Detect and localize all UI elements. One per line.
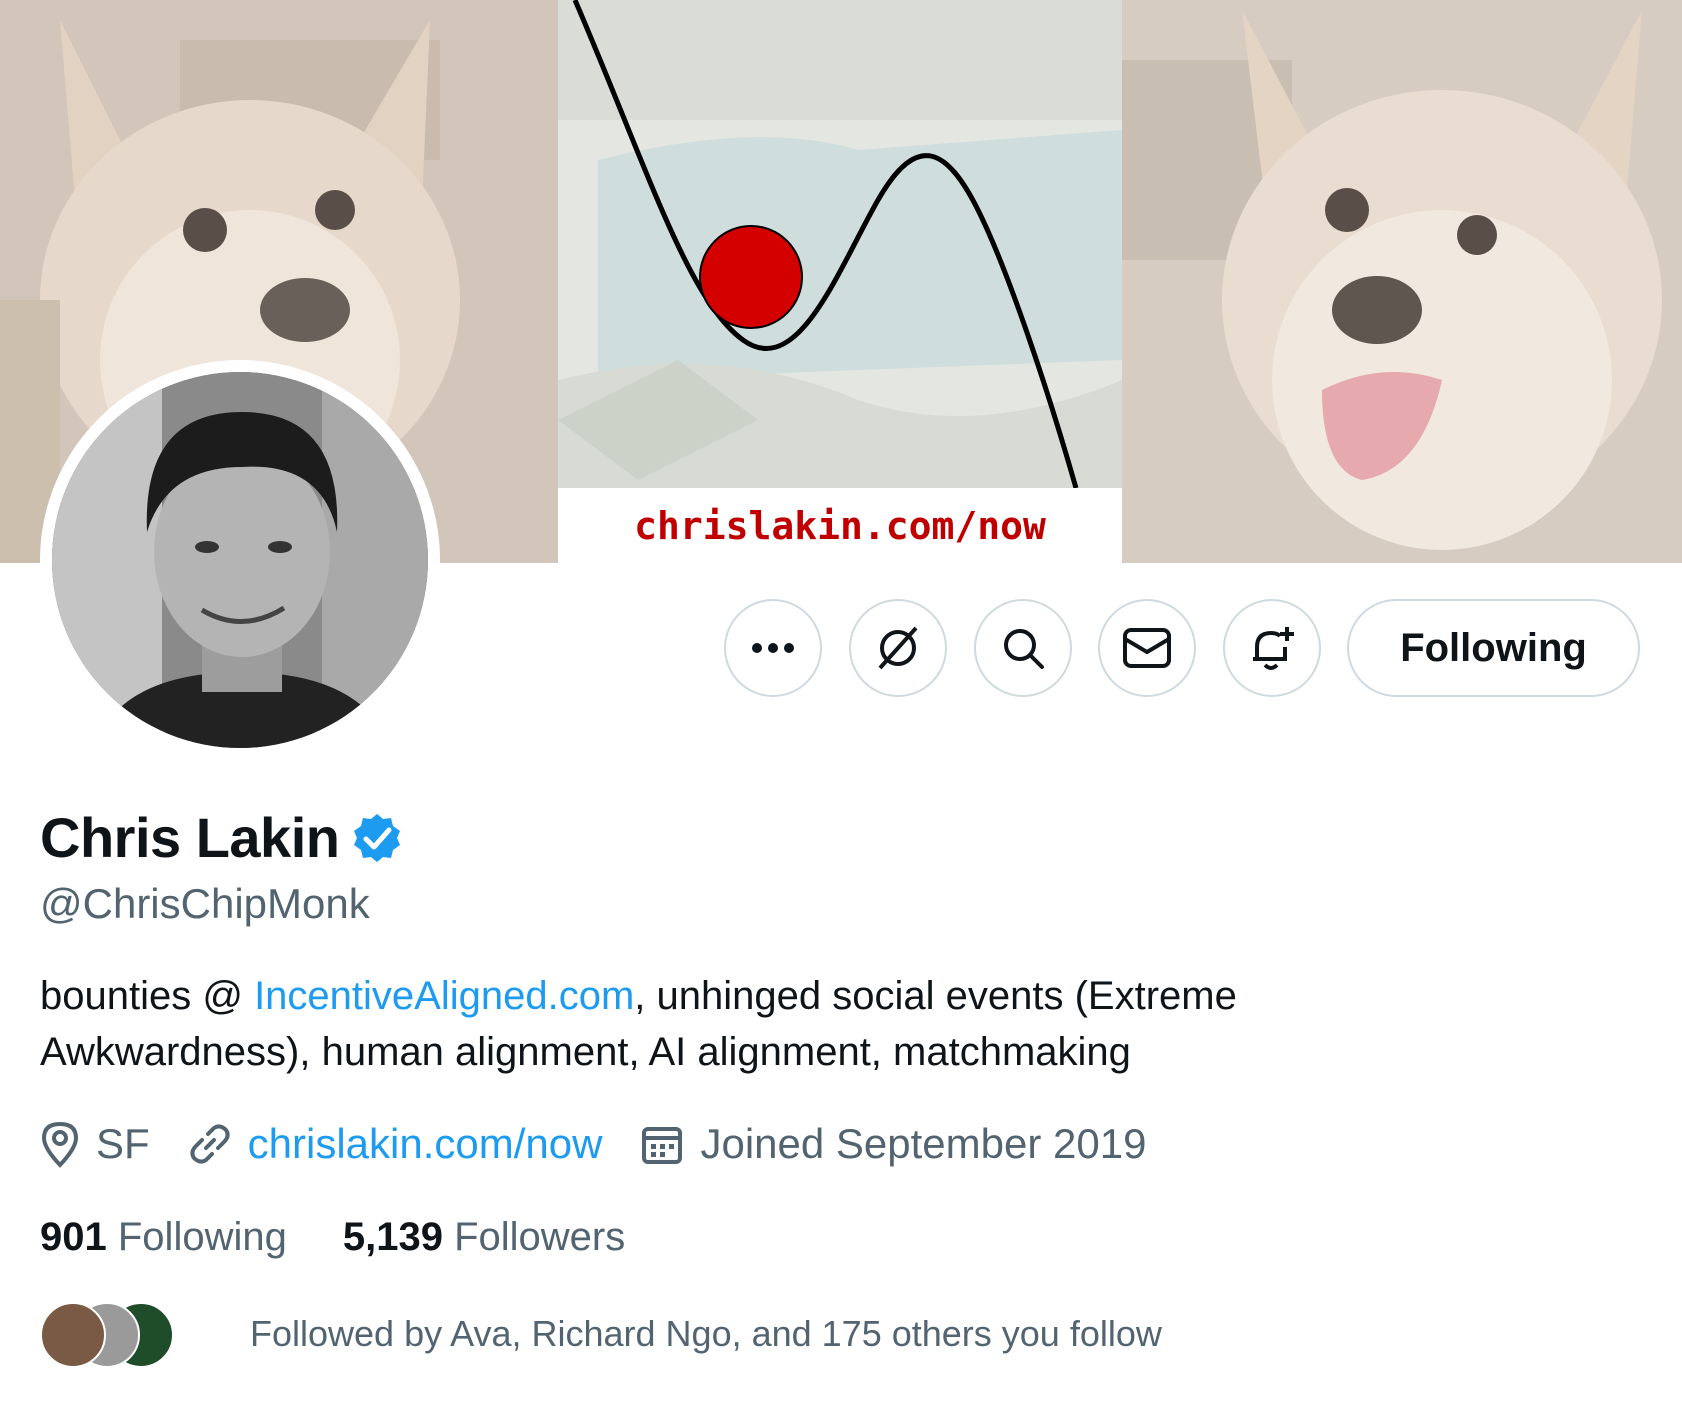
location: SF: [40, 1120, 150, 1168]
verified-badge-icon[interactable]: [351, 812, 403, 864]
banner-caption: chrislakin.com/now: [558, 488, 1122, 563]
user-handle: @ChrisChipMonk: [40, 880, 370, 927]
more-button[interactable]: [724, 599, 822, 697]
search-icon: [1004, 629, 1044, 669]
followed-by-text: Followed by Ava, Richard Ngo, and 175 ot…: [250, 1313, 1162, 1354]
following-button[interactable]: Following: [1347, 599, 1640, 697]
avatar[interactable]: [40, 360, 440, 760]
more-icon: [752, 643, 794, 653]
followed-by[interactable]: Followed by Ava, Richard Ngo, and 175 ot…: [40, 1302, 1162, 1368]
followers-count: 5,139: [342, 1215, 443, 1259]
grok-icon: [878, 626, 918, 670]
bio-link[interactable]: IncentiveAligned.com: [254, 974, 634, 1018]
link-icon: [190, 1124, 230, 1164]
join-date: Joined September 2019: [640, 1120, 1146, 1168]
ball-in-valley-diagram-icon: [558, 0, 1122, 563]
notifications-button[interactable]: [1223, 599, 1321, 697]
website-link[interactable]: chrislakin.com/now: [248, 1120, 603, 1168]
name-row: Chris Lakin: [40, 805, 403, 870]
calendar-icon: [642, 1127, 683, 1164]
banner-center-diagram: [558, 0, 1122, 563]
following-label: Following: [117, 1215, 287, 1259]
display-name: Chris Lakin: [40, 806, 340, 869]
profile-photo-icon: [52, 372, 428, 748]
following-count: 901: [40, 1215, 107, 1259]
bell-plus-icon: [1253, 627, 1294, 670]
dog-photo-icon: [1122, 0, 1682, 563]
join-date-text: Joined September 2019: [700, 1120, 1147, 1167]
bio-prefix: bounties @: [40, 974, 255, 1018]
message-button[interactable]: [1098, 599, 1196, 697]
following-count-link[interactable]: 901 Following: [40, 1215, 287, 1260]
followers-label: Followers: [454, 1215, 626, 1259]
mail-icon: [1123, 628, 1171, 668]
grok-button[interactable]: [849, 599, 947, 697]
bio: bounties @ IncentiveAligned.com, unhinge…: [40, 968, 1440, 1080]
banner-right-dog-photo: [1122, 0, 1682, 563]
follow-stats: 901 Following 5,139 Followers: [40, 1215, 681, 1260]
search-button[interactable]: [974, 599, 1072, 697]
followed-by-avatars: [40, 1302, 180, 1368]
website[interactable]: chrislakin.com/now: [188, 1120, 603, 1168]
location-pin-icon: [41, 1121, 79, 1168]
followers-count-link[interactable]: 5,139 Followers: [343, 1215, 625, 1260]
follower-avatar-icon: [40, 1302, 106, 1368]
profile-meta: SF chrislakin.com/now Joined September 2…: [40, 1120, 1184, 1168]
location-text: SF: [96, 1120, 150, 1167]
